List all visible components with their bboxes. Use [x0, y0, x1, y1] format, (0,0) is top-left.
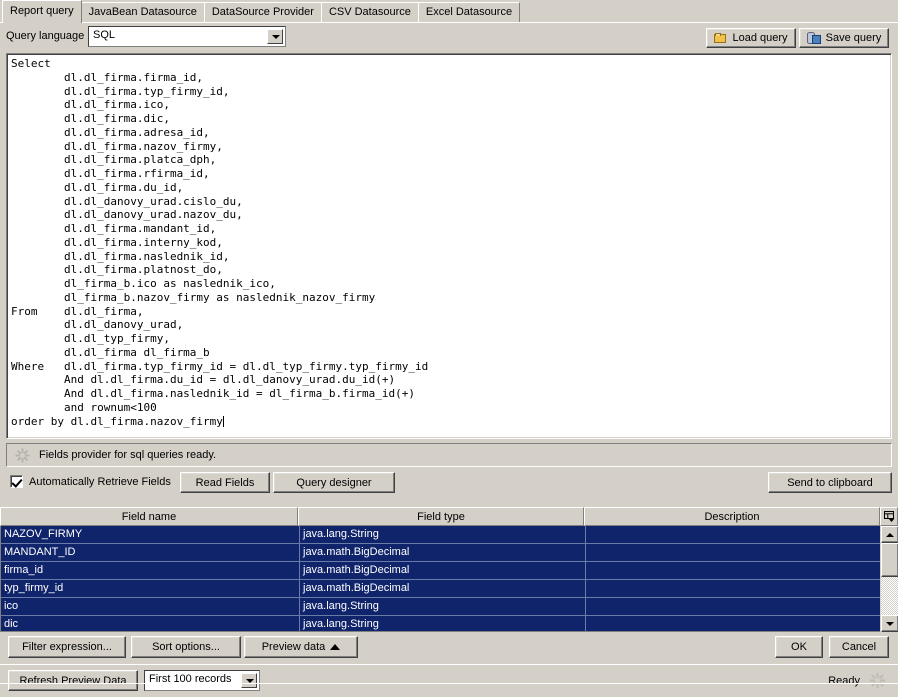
cell-field-type: java.lang.String [299, 598, 585, 615]
cell-field-type: java.lang.String [299, 526, 585, 543]
query-language-select[interactable]: SQL [88, 26, 286, 47]
sort-options-button[interactable]: Sort options... [131, 636, 241, 658]
fields-table-scrollbar[interactable] [880, 526, 898, 632]
triangle-up-icon [886, 532, 894, 537]
ok-label: OK [791, 641, 807, 653]
table-row[interactable]: firma_id java.math.BigDecimal [1, 562, 880, 580]
cell-field-type: java.math.BigDecimal [299, 562, 585, 579]
cell-field-type: java.math.BigDecimal [299, 544, 585, 561]
query-designer-button[interactable]: Query designer [273, 472, 395, 493]
read-fields-button[interactable]: Read Fields [180, 472, 270, 493]
options-row: Automatically Retrieve Fields [0, 471, 898, 497]
tab-strip: Report query JavaBean Datasource DataSou… [0, 0, 898, 23]
tab-datasource-provider[interactable]: DataSource Provider [203, 2, 322, 22]
fields-table-body[interactable]: NAZOV_FIRMY java.lang.String MANDANT_ID … [0, 526, 880, 632]
table-row[interactable]: dic java.lang.String [1, 616, 880, 631]
fields-table-header: Field name Field type Description [0, 507, 898, 526]
folder-icon [714, 32, 727, 44]
sql-editor-text: Select dl.dl_firma.firma_id, dl.dl_firma… [11, 57, 429, 428]
cell-field-name: ico [4, 600, 19, 612]
query-dialog: Report query JavaBean Datasource DataSou… [0, 0, 898, 697]
table-row[interactable]: typ_firmy_id java.math.BigDecimal [1, 580, 880, 598]
cell-field-name: firma_id [4, 564, 44, 576]
action-row: Filter expression... Sort options... Pre… [0, 633, 898, 663]
chevron-down-icon [272, 34, 280, 39]
tab-strip-underline [0, 22, 898, 23]
table-row[interactable]: MANDANT_ID java.math.BigDecimal [1, 544, 880, 562]
preview-data-button[interactable]: Preview data [244, 636, 358, 658]
fields-provider-status-bar: Fields provider for sql queries ready. [6, 443, 892, 467]
spinner-icon [869, 672, 886, 689]
filter-expression-button[interactable]: Filter expression... [8, 636, 126, 658]
filter-expression-label: Filter expression... [22, 641, 112, 653]
scrollbar-thumb[interactable] [881, 543, 898, 577]
disk-icon [806, 32, 821, 44]
fields-provider-status-text: Fields provider for sql queries ready. [39, 449, 217, 461]
tab-csv-datasource[interactable]: CSV Datasource [320, 2, 419, 22]
bottom-bar-divider [0, 683, 898, 684]
refresh-preview-data-label: Refresh Preview Data [19, 674, 127, 687]
sql-editor[interactable]: Select dl.dl_firma.firma_id, dl.dl_firma… [6, 53, 892, 439]
sort-options-label: Sort options... [152, 641, 220, 653]
cell-description [585, 616, 880, 631]
cell-description [585, 580, 880, 597]
preview-data-label: Preview data [261, 641, 326, 653]
read-fields-label: Read Fields [195, 476, 255, 489]
table-row[interactable]: ico java.lang.String [1, 598, 880, 616]
ok-button[interactable]: OK [775, 636, 823, 658]
cell-field-type: java.math.BigDecimal [299, 580, 585, 597]
records-count-select[interactable]: First 100 records [144, 670, 260, 691]
cell-description [585, 562, 880, 579]
cell-field-name: NAZOV_FIRMY [4, 528, 83, 540]
tab-javabean-datasource[interactable]: JavaBean Datasource [80, 2, 205, 22]
cancel-label: Cancel [841, 641, 877, 653]
cell-description [585, 526, 880, 543]
table-row[interactable]: NAZOV_FIRMY java.lang.String [1, 526, 880, 544]
query-designer-label: Query designer [296, 476, 372, 489]
chevron-down-icon [246, 678, 254, 683]
save-query-button[interactable]: Save query [799, 28, 889, 48]
triangle-down-icon [886, 621, 894, 626]
cancel-button[interactable]: Cancel [829, 636, 889, 658]
column-chooser-icon [884, 511, 895, 522]
query-language-value: SQL [93, 29, 116, 41]
checkmark-icon [10, 475, 23, 488]
cell-description [585, 544, 880, 561]
column-header-field-name[interactable]: Field name [0, 507, 298, 526]
load-query-button[interactable]: Load query [706, 28, 796, 48]
auto-retrieve-fields-label: Automatically Retrieve Fields [29, 475, 171, 488]
cell-field-name: typ_firmy_id [4, 582, 64, 594]
tab-report-query[interactable]: Report query [2, 0, 82, 23]
cell-description [585, 598, 880, 615]
scroll-up-button[interactable] [881, 526, 898, 543]
tab-excel-datasource[interactable]: Excel Datasource [417, 2, 521, 22]
query-language-label: Query language [6, 30, 85, 42]
send-to-clipboard-button[interactable]: Send to clipboard [768, 472, 892, 493]
triangle-up-icon [330, 644, 341, 650]
auto-retrieve-fields-checkbox[interactable]: Automatically Retrieve Fields [10, 475, 171, 488]
records-count-dropdown-button[interactable] [241, 673, 257, 688]
query-language-dropdown-button[interactable] [267, 29, 283, 44]
fields-table: Field name Field type Description NAZOV_… [0, 507, 898, 632]
send-to-clipboard-label: Send to clipboard [787, 476, 873, 489]
save-query-label: Save query [825, 32, 882, 44]
column-header-field-type[interactable]: Field type [298, 507, 584, 526]
column-header-description[interactable]: Description [584, 507, 880, 526]
cell-field-type: java.lang.String [299, 616, 585, 631]
refresh-preview-data-button[interactable]: Refresh Preview Data [8, 670, 138, 691]
column-chooser-button[interactable] [880, 507, 898, 526]
cell-field-name: MANDANT_ID [4, 546, 76, 558]
text-caret [222, 415, 224, 427]
ready-status-text: Ready [828, 675, 860, 687]
cell-field-name: dic [4, 618, 19, 630]
scroll-down-button[interactable] [881, 615, 898, 632]
load-query-label: Load query [732, 32, 788, 44]
bottom-status-bar: Refresh Preview Data First 100 records R… [0, 664, 898, 697]
spinner-icon [15, 448, 30, 463]
